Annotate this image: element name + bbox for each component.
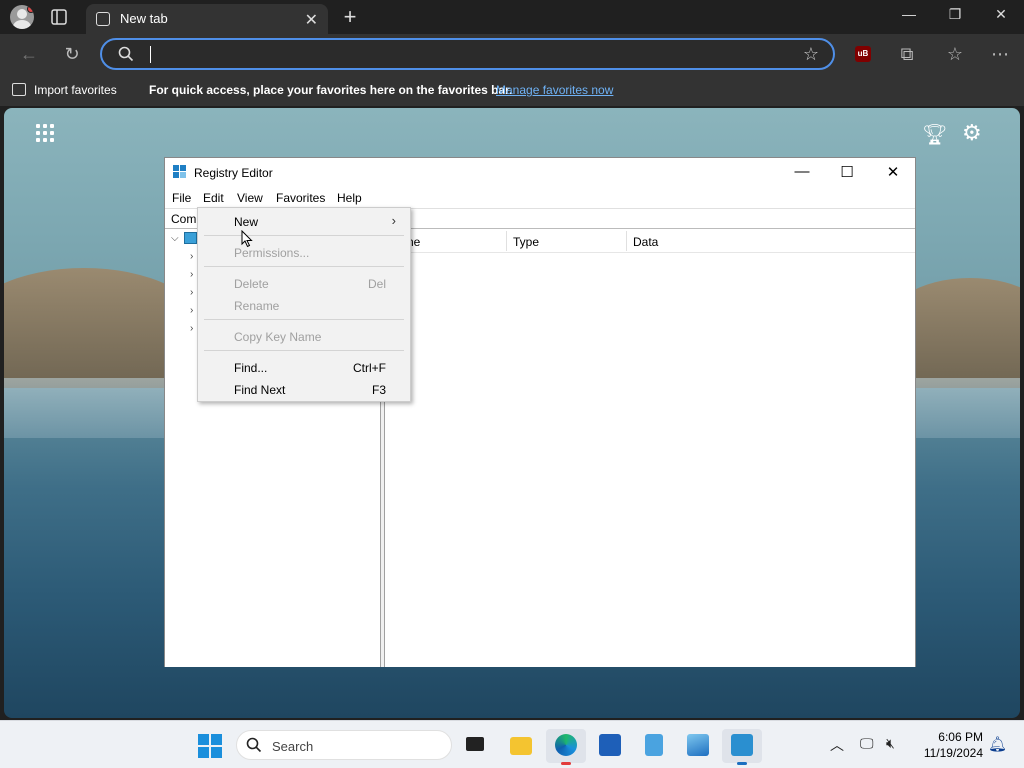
windows-taskbar: Search ︿ 🖵︎ 🔇︎ 6:06 PM 11/19/2024 🔔︎ bbox=[0, 720, 1024, 768]
menu-help[interactable]: Help bbox=[337, 191, 362, 205]
ublock-extension-icon[interactable]: uB bbox=[855, 46, 871, 62]
microsoft-store-icon[interactable] bbox=[590, 729, 630, 763]
add-favorite-star-icon[interactable]: ☆ bbox=[803, 44, 819, 65]
menu-view[interactable]: View bbox=[237, 191, 263, 205]
favorites-bar-message: For quick access, place your favorites h… bbox=[149, 83, 513, 97]
extensions-puzzle-icon[interactable]: ⧉ bbox=[896, 43, 918, 65]
regedit-menu-bar: File Edit View Favorites Help bbox=[165, 188, 915, 208]
page-settings-gear-icon[interactable]: ⚙ bbox=[962, 120, 982, 146]
photos-icon[interactable] bbox=[678, 729, 718, 763]
menu-item-copy-key-name: Copy Key Name bbox=[198, 325, 410, 347]
notepad-icon[interactable] bbox=[634, 729, 674, 763]
clock-time: 6:06 PM bbox=[938, 730, 983, 744]
menu-item-permissions: Permissions... bbox=[198, 241, 410, 263]
tab-title: New tab bbox=[120, 11, 168, 26]
menu-separator bbox=[204, 319, 404, 320]
taskbar-search-label: Search bbox=[272, 739, 314, 754]
tree-expand-chevron-icon[interactable]: › bbox=[190, 305, 193, 316]
rewards-trophy-icon[interactable]: 🏆︎ bbox=[922, 122, 947, 147]
registry-values-pane[interactable]: ne Type Data bbox=[385, 229, 915, 667]
registry-editor-icon bbox=[173, 165, 187, 179]
show-hidden-icons-chevron-icon[interactable]: ︿ bbox=[830, 735, 844, 755]
edge-browser-icon[interactable] bbox=[546, 729, 586, 765]
app-launcher-icon[interactable] bbox=[36, 124, 56, 144]
menu-item-label: Rename bbox=[234, 299, 280, 313]
minimize-button[interactable]: — bbox=[897, 6, 921, 22]
favorites-bar: Import favorites For quick access, place… bbox=[0, 74, 1024, 106]
menu-item-delete: Delete Del bbox=[198, 272, 410, 294]
column-separator bbox=[626, 231, 627, 251]
new-tab-button[interactable]: + bbox=[338, 4, 362, 30]
file-explorer-icon[interactable] bbox=[501, 729, 541, 763]
tab-new-tab[interactable]: New tab ✕ bbox=[86, 4, 328, 34]
submenu-chevron-right-icon: › bbox=[391, 213, 396, 228]
volume-icon[interactable]: 🔇︎ bbox=[886, 735, 895, 752]
menu-item-label: Copy Key Name bbox=[234, 330, 322, 344]
column-separator bbox=[506, 231, 507, 251]
favorites-icon[interactable]: ☆ bbox=[944, 43, 966, 65]
network-icon[interactable]: 🖵︎ bbox=[860, 735, 874, 752]
import-favorites-icon bbox=[12, 83, 26, 96]
menu-edit[interactable]: Edit bbox=[203, 191, 224, 205]
tree-expand-chevron-icon[interactable]: › bbox=[190, 287, 193, 298]
regedit-maximize-button[interactable]: ☐ bbox=[835, 163, 859, 181]
profile-avatar[interactable] bbox=[10, 5, 34, 29]
browser-tab-strip: New tab ✕ + — ❐ ✕ bbox=[0, 0, 1024, 34]
import-favorites-button[interactable]: Import favorites bbox=[34, 83, 117, 97]
menu-item-label: Delete bbox=[234, 277, 269, 291]
registry-editor-taskbar-icon[interactable] bbox=[722, 729, 762, 765]
more-menu-icon[interactable]: ⋯ bbox=[989, 43, 1011, 65]
menu-file[interactable]: File bbox=[172, 191, 191, 205]
regedit-address-text: Com bbox=[171, 212, 197, 226]
tree-expand-chevron-icon[interactable]: › bbox=[190, 323, 193, 334]
close-tab-icon[interactable]: ✕ bbox=[305, 10, 318, 30]
search-icon bbox=[118, 46, 134, 62]
menu-item-label: Find... bbox=[234, 361, 268, 375]
refresh-icon[interactable]: ↻ bbox=[61, 43, 83, 65]
clock-date: 11/19/2024 bbox=[923, 746, 983, 760]
new-tab-page-icon bbox=[96, 12, 110, 26]
edit-context-menu: New › Permissions... Delete Del Rename C… bbox=[197, 207, 411, 402]
menu-separator bbox=[204, 235, 404, 236]
menu-item-rename: Rename bbox=[198, 294, 410, 316]
notification-bell-icon[interactable]: 🔔︎ bbox=[988, 735, 1007, 753]
menu-item-label: New bbox=[234, 215, 259, 229]
mouse-pointer-icon bbox=[241, 230, 253, 248]
menu-item-shortcut: Ctrl+F bbox=[353, 361, 386, 375]
column-type[interactable]: Type bbox=[513, 235, 539, 249]
regedit-minimize-button[interactable]: — bbox=[790, 163, 814, 180]
search-icon bbox=[246, 737, 262, 753]
regedit-close-button[interactable]: ✕ bbox=[881, 163, 905, 181]
computer-node-icon[interactable] bbox=[184, 232, 197, 244]
menu-item-label: Permissions... bbox=[234, 246, 310, 260]
tree-expand-chevron-icon[interactable]: › bbox=[190, 251, 193, 262]
menu-favorites[interactable]: Favorites bbox=[276, 191, 325, 205]
menu-separator bbox=[204, 266, 404, 267]
restore-button[interactable]: ❐ bbox=[943, 6, 967, 23]
start-windows-icon[interactable] bbox=[198, 734, 222, 758]
values-column-header: ne Type Data bbox=[385, 229, 915, 253]
taskbar-clock[interactable]: 6:06 PM 11/19/2024 bbox=[917, 729, 983, 761]
menu-item-shortcut: F3 bbox=[371, 383, 386, 397]
menu-item-find-next[interactable]: Find Next F3 bbox=[198, 378, 410, 400]
tab-actions-icon[interactable] bbox=[50, 8, 68, 26]
menu-item-shortcut: Del bbox=[367, 277, 386, 291]
address-bar[interactable]: ☆ bbox=[100, 38, 835, 70]
regedit-title: Registry Editor bbox=[194, 166, 273, 180]
back-arrow-icon[interactable]: ← bbox=[18, 43, 40, 65]
text-caret bbox=[150, 46, 151, 63]
menu-separator bbox=[204, 350, 404, 351]
menu-item-label: Find Next bbox=[234, 383, 286, 397]
manage-favorites-link[interactable]: Manage favorites now bbox=[496, 83, 613, 97]
menu-item-new[interactable]: New › bbox=[198, 210, 410, 232]
tree-expand-chevron-icon[interactable]: ⌵ bbox=[171, 233, 179, 244]
task-view-icon[interactable] bbox=[455, 729, 495, 763]
taskbar-search-box[interactable]: Search bbox=[236, 730, 452, 760]
tree-expand-chevron-icon[interactable]: › bbox=[190, 269, 193, 280]
close-window-button[interactable]: ✕ bbox=[989, 6, 1013, 23]
menu-item-find[interactable]: Find... Ctrl+F bbox=[198, 356, 410, 378]
column-data[interactable]: Data bbox=[633, 235, 658, 249]
regedit-title-bar[interactable]: Registry Editor — ☐ ✕ bbox=[165, 158, 915, 188]
